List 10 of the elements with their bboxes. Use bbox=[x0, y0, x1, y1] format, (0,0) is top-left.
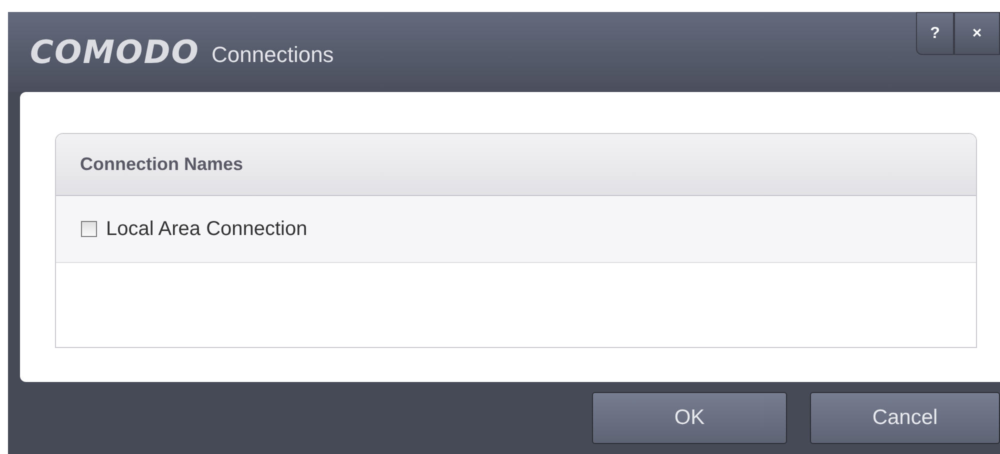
checkbox[interactable] bbox=[81, 221, 97, 237]
logo: COMODO bbox=[30, 33, 200, 71]
close-button[interactable]: × bbox=[954, 12, 1000, 55]
cancel-button[interactable]: Cancel bbox=[810, 392, 1000, 444]
ok-button[interactable]: OK bbox=[592, 392, 787, 444]
window-title: Connections bbox=[212, 42, 334, 68]
connection-row[interactable]: Local Area Connection bbox=[56, 196, 976, 263]
column-header: Connection Names bbox=[56, 134, 976, 196]
connection-name: Local Area Connection bbox=[106, 218, 308, 240]
help-button[interactable]: ? bbox=[916, 12, 954, 55]
